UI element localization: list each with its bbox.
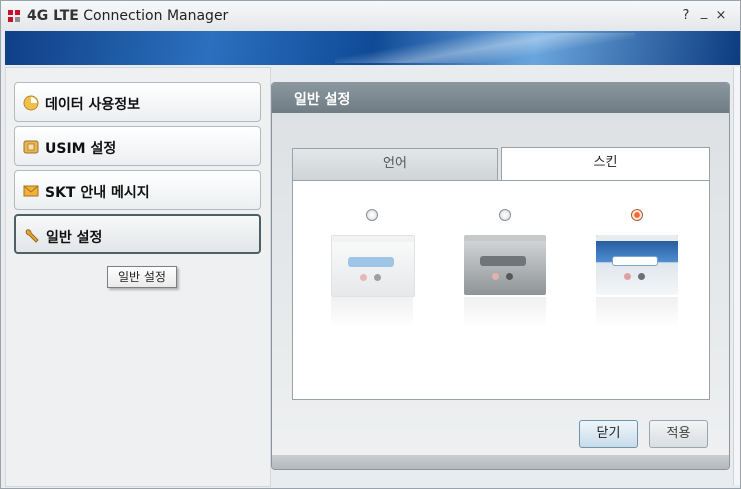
- tab-language[interactable]: 언어: [292, 148, 498, 180]
- panel-title: 일반 설정: [294, 92, 351, 108]
- skin-preview-reflection: [331, 297, 413, 327]
- app-title-brand: 4G LTE: [27, 8, 79, 24]
- panel-footer-bar: [272, 455, 729, 469]
- skin-preview-gray[interactable]: [464, 235, 546, 295]
- sidebar-item-usim-settings[interactable]: USIM 설정: [14, 126, 261, 166]
- sidebar-item-label: SKT 안내 메시지: [45, 185, 150, 201]
- skin-preview-reflection: [464, 297, 546, 327]
- skin-preview-blue[interactable]: [596, 235, 678, 295]
- panel-header: 일반 설정: [272, 83, 729, 113]
- app-window: 4G LTE Connection Manager ? _ × 데이터 사용정보…: [0, 0, 741, 489]
- tab-skin[interactable]: 스킨: [501, 147, 710, 181]
- skin-preview-reflection: [596, 297, 678, 327]
- apply-button[interactable]: 적용: [649, 420, 708, 448]
- wrench-icon: [25, 229, 39, 243]
- skin-radio-blue[interactable]: [631, 209, 643, 221]
- close-button[interactable]: 닫기: [579, 420, 638, 448]
- usim-card-icon: [23, 140, 39, 154]
- skin-tab-content: [292, 180, 710, 400]
- minimize-button[interactable]: _: [696, 5, 712, 21]
- sidebar-item-label: USIM 설정: [45, 141, 117, 157]
- sidebar-item-data-usage[interactable]: 데이터 사용정보: [14, 82, 261, 122]
- app-title: 4G LTE Connection Manager: [27, 8, 228, 24]
- app-logo-icon: [8, 10, 20, 22]
- sidebar-item-label: 데이터 사용정보: [45, 97, 141, 113]
- envelope-icon: [23, 185, 39, 197]
- settings-panel: 일반 설정 언어 스킨 닫기 적용: [271, 82, 730, 470]
- header-banner: [5, 31, 740, 65]
- help-button[interactable]: ?: [678, 8, 694, 24]
- title-bar[interactable]: 4G LTE Connection Manager ? _ ×: [1, 1, 740, 31]
- app-title-rest: Connection Manager: [83, 8, 229, 24]
- sidebar-item-general-settings[interactable]: 일반 설정: [14, 214, 261, 254]
- data-usage-icon: [23, 95, 39, 111]
- skin-radio-white[interactable]: [366, 209, 378, 221]
- skin-preview-white[interactable]: [331, 235, 415, 297]
- sidebar-item-label: 일반 설정: [46, 230, 103, 246]
- window-edge: [733, 67, 740, 485]
- sidebar-item-skt-messages[interactable]: SKT 안내 메시지: [14, 170, 261, 210]
- close-window-button[interactable]: ×: [713, 8, 729, 24]
- banner-highlight: [335, 33, 635, 63]
- skin-radio-gray[interactable]: [499, 209, 511, 221]
- tooltip: 일반 설정: [107, 266, 177, 288]
